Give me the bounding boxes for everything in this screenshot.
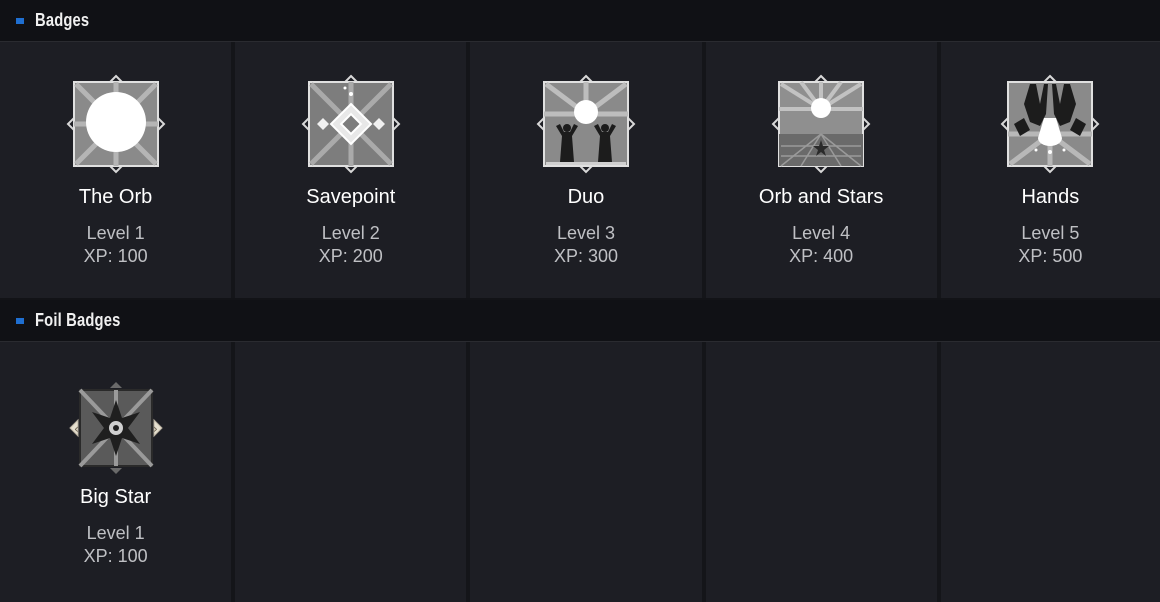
badge-level: Level 2 [321,223,380,243]
badge-level: Level 5 [1021,223,1080,243]
savepoint-badge-icon [301,74,401,174]
badge-card-big-star[interactable]: ‹ › Big Star Level 1 XP: 100 [0,342,236,602]
badge-name: Hands [1021,186,1080,208]
section-bullet-icon [16,317,24,324]
section-bullet-icon [16,17,24,24]
empty-badge-slot [470,342,706,602]
badge-card-orb-and-stars[interactable]: Orb and Stars Level 4 XP: 400 [705,42,941,298]
hands-badge-icon [1000,74,1100,174]
orb-and-stars-badge-icon [771,74,871,174]
section-title: Badges [35,10,90,30]
svg-text:‹: ‹ [74,422,79,436]
badge-card-savepoint[interactable]: Savepoint Level 2 XP: 200 [235,42,471,298]
foil-badges-section-header: Foil Badges [0,300,1160,342]
empty-badge-slot [235,342,471,602]
section-title: Foil Badges [35,310,121,330]
duo-badge-icon [536,74,636,174]
orb-badge-icon [66,74,166,174]
badge-name: The Orb [78,186,153,208]
empty-badge-slot [940,342,1160,602]
svg-text:›: › [153,422,158,436]
badges-section-header: Badges [0,0,1160,42]
badge-name: Big Star [80,486,152,508]
badge-level: Level 3 [556,223,615,243]
badge-name: Orb and Stars [758,186,884,208]
badge-card-duo[interactable]: Duo Level 3 XP: 300 [470,42,706,298]
badge-card-the-orb[interactable]: The Orb Level 1 XP: 100 [0,42,236,298]
badge-xp: XP: 300 [553,246,618,266]
empty-badge-slot [705,342,941,602]
badge-name: Duo [567,186,605,208]
badges-grid: The Orb Level 1 XP: 100 Savepoint Level … [0,42,1160,300]
badge-card-hands[interactable]: Hands Level 5 XP: 500 [940,42,1160,298]
badge-xp: XP: 400 [789,246,854,266]
badge-level: Level 1 [86,223,145,243]
badge-level: Level 1 [86,523,145,543]
badge-xp: XP: 100 [83,246,148,266]
badge-xp: XP: 200 [318,246,383,266]
foil-badges-grid: ‹ › Big Star Level 1 XP: 100 [0,342,1160,602]
badge-xp: XP: 500 [1018,246,1083,266]
badge-xp: XP: 100 [83,546,148,566]
badge-level: Level 4 [792,223,851,243]
badge-name: Savepoint [306,186,396,208]
big-star-foil-badge-icon: ‹ › [68,382,163,474]
